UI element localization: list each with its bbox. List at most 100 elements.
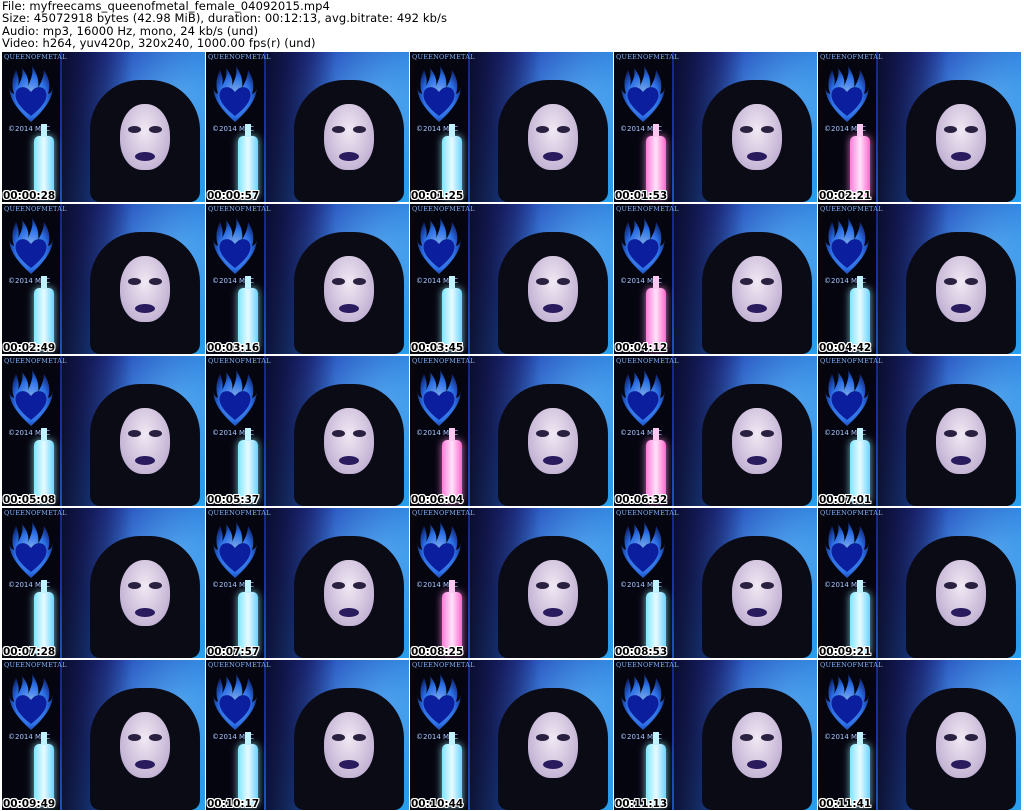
face	[732, 560, 782, 626]
flaming-heart-icon	[8, 674, 54, 736]
left-eye	[128, 126, 141, 133]
left-eye	[740, 734, 753, 741]
flaming-heart-icon	[212, 522, 258, 584]
right-eye	[965, 126, 978, 133]
person	[294, 384, 404, 506]
person	[498, 232, 608, 354]
logo-panel: QUEENOFMETAL ©2014 MFC	[614, 508, 678, 658]
bottle-icon	[850, 276, 870, 350]
timestamp-label: 00:09:49	[3, 798, 56, 810]
face	[120, 256, 170, 322]
logo-panel: QUEENOFMETAL ©2014 MFC	[818, 204, 882, 354]
face	[528, 104, 578, 170]
bottle-icon	[850, 580, 870, 654]
person	[906, 384, 1016, 506]
logo-text: QUEENOFMETAL	[820, 53, 883, 61]
timestamp-label: 00:00:57	[207, 190, 260, 202]
logo-text: QUEENOFMETAL	[616, 205, 679, 213]
bottle-icon	[238, 580, 258, 654]
logo-text: QUEENOFMETAL	[820, 509, 883, 517]
video-thumbnail: QUEENOFMETAL ©2014 MFC 00:03:16	[206, 204, 409, 354]
flaming-heart-icon	[416, 66, 462, 128]
logo-text: QUEENOFMETAL	[820, 661, 883, 669]
face	[732, 712, 782, 778]
flaming-heart-icon	[416, 522, 462, 584]
face	[528, 712, 578, 778]
flaming-heart-icon	[620, 522, 666, 584]
logo-panel: QUEENOFMETAL ©2014 MFC	[206, 508, 270, 658]
face	[732, 104, 782, 170]
video-thumbnail: QUEENOFMETAL ©2014 MFC 00:11:41	[818, 660, 1021, 810]
logo-panel: QUEENOFMETAL ©2014 MFC	[410, 660, 474, 810]
logo-text: QUEENOFMETAL	[208, 661, 271, 669]
timestamp-label: 00:05:37	[207, 494, 260, 506]
video-thumbnail: QUEENOFMETAL ©2014 MFC 00:09:49	[2, 660, 205, 810]
person	[498, 688, 608, 810]
flaming-heart-icon	[212, 370, 258, 432]
left-eye	[944, 734, 957, 741]
logo-text: QUEENOFMETAL	[412, 205, 475, 213]
flaming-heart-icon	[8, 218, 54, 280]
right-eye	[761, 582, 774, 589]
logo-text: QUEENOFMETAL	[4, 509, 67, 517]
timestamp-label: 00:01:53	[615, 190, 668, 202]
left-eye	[128, 278, 141, 285]
flaming-heart-icon	[212, 218, 258, 280]
bottle-icon	[238, 428, 258, 502]
lips	[951, 760, 971, 769]
person	[294, 80, 404, 202]
bottle-icon	[238, 124, 258, 198]
logo-panel: QUEENOFMETAL ©2014 MFC	[818, 356, 882, 506]
left-eye	[536, 126, 549, 133]
right-eye	[353, 734, 366, 741]
person	[906, 80, 1016, 202]
right-eye	[353, 278, 366, 285]
flaming-heart-icon	[212, 674, 258, 736]
flaming-heart-icon	[416, 218, 462, 280]
face	[936, 256, 986, 322]
lips	[951, 304, 971, 313]
left-eye	[944, 430, 957, 437]
lips	[747, 152, 767, 161]
timestamp-label: 00:07:57	[207, 646, 260, 658]
video-info-line: Video: h264, yuv420p, 320x240, 1000.00 f…	[2, 36, 316, 51]
logo-panel: QUEENOFMETAL ©2014 MFC	[2, 52, 66, 202]
video-thumbnail: QUEENOFMETAL ©2014 MFC 00:02:49	[2, 204, 205, 354]
face	[936, 712, 986, 778]
lips	[135, 760, 155, 769]
flaming-heart-icon	[8, 522, 54, 584]
right-eye	[965, 582, 978, 589]
lips	[747, 304, 767, 313]
video-thumbnail: QUEENOFMETAL ©2014 MFC 00:07:01	[818, 356, 1021, 506]
logo-panel: QUEENOFMETAL ©2014 MFC	[206, 204, 270, 354]
logo-panel: QUEENOFMETAL ©2014 MFC	[410, 356, 474, 506]
lips	[747, 608, 767, 617]
logo-text: QUEENOFMETAL	[412, 357, 475, 365]
video-thumbnail: QUEENOFMETAL ©2014 MFC 00:08:25	[410, 508, 613, 658]
face	[120, 104, 170, 170]
lips	[951, 152, 971, 161]
logo-text: QUEENOFMETAL	[208, 509, 271, 517]
logo-panel: QUEENOFMETAL ©2014 MFC	[410, 204, 474, 354]
timestamp-label: 00:01:25	[411, 190, 464, 202]
flaming-heart-icon	[416, 370, 462, 432]
logo-panel: QUEENOFMETAL ©2014 MFC	[818, 660, 882, 810]
right-eye	[149, 582, 162, 589]
video-thumbnail: QUEENOFMETAL ©2014 MFC 00:02:21	[818, 52, 1021, 202]
left-eye	[332, 430, 345, 437]
bottle-icon	[34, 428, 54, 502]
face	[120, 560, 170, 626]
person	[90, 384, 200, 506]
person	[90, 688, 200, 810]
timestamp-label: 00:11:13	[615, 798, 668, 810]
logo-panel: QUEENOFMETAL ©2014 MFC	[410, 508, 474, 658]
left-eye	[332, 126, 345, 133]
face	[936, 560, 986, 626]
bottle-icon	[646, 580, 666, 654]
right-eye	[353, 126, 366, 133]
logo-panel: QUEENOFMETAL ©2014 MFC	[614, 204, 678, 354]
left-eye	[128, 734, 141, 741]
bottle-icon	[442, 428, 462, 502]
file-info-header: File: myfreecams_queenofmetal_female_040…	[2, 0, 1022, 50]
face	[732, 256, 782, 322]
